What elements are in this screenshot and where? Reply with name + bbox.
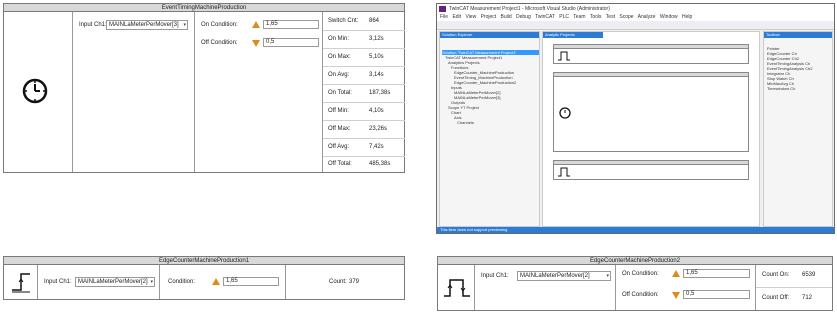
- panel-title: EventTimingMachineProduction: [4, 4, 404, 12]
- count-cell: Count: 379: [286, 265, 404, 299]
- stat-row: Switch Cnt: 864: [328, 18, 380, 24]
- editor-tab[interactable]: Analytic Projects: [543, 32, 603, 38]
- input-label: Input Ch1:: [79, 22, 107, 28]
- stat-row: Count On: 6539: [756, 265, 832, 287]
- on-condition-input[interactable]: 1,65: [683, 269, 750, 278]
- stopwatch-icon: [22, 78, 48, 104]
- input-select[interactable]: MAINLaMeterPerMover[3] ▾: [106, 20, 188, 30]
- stat-row: On Avg: 3,14s: [328, 72, 384, 78]
- window-title: TwinCAT Measurement Project1 - Microsoft…: [437, 4, 834, 14]
- editor-area: Analytic Projects: [542, 31, 760, 227]
- off-condition-label: Off Condition:: [201, 40, 238, 46]
- visual-studio-logo-icon: [439, 6, 446, 12]
- toolbox-item[interactable]: Timewindow Ch: [767, 86, 833, 91]
- count-cell: Count On: 6539 Count Off: 712: [756, 265, 832, 310]
- count-value: 379: [349, 279, 360, 285]
- timing-icon-cell: [4, 12, 73, 172]
- toolbox-list[interactable]: Pointer EdgeCounter Ch EdgeCounter Ch2 E…: [767, 46, 833, 91]
- solution-explorer: Solution Explorer Solution 'TwinCAT Meas…: [439, 31, 540, 227]
- count-on-label: Count On:: [762, 272, 790, 278]
- stat-row: On Total: 187,38s: [328, 90, 391, 96]
- stat-row: Off Avg: 7,42s: [328, 144, 384, 150]
- stats-cell: Switch Cnt: 864 On Min: 3,12s On Max: 5,10s…: [323, 12, 405, 172]
- stat-row: On Max: 5,10s: [328, 54, 384, 60]
- edge-counter-panel-2: EdgeCounterMachineProduction2 Input Ch1:…: [437, 256, 833, 311]
- stat-row: Off Min: 4,10s: [328, 108, 384, 114]
- on-condition-label: On Condition:: [622, 271, 659, 277]
- on-condition-input[interactable]: 1,65: [263, 20, 319, 29]
- conditions-cell: On Condition: 1,65 Off Condition: 0,5: [195, 12, 323, 172]
- rising-edge-signal-icon: [12, 273, 30, 293]
- solution-explorer-header: Solution Explorer: [440, 32, 539, 38]
- toolbox-header: Toolbox: [764, 32, 832, 38]
- rising-edge-icon: [252, 21, 260, 28]
- off-condition-label: Off Condition:: [622, 292, 659, 298]
- input-cell: Input Ch1: MAINLaMeterPerMover[3] ▾: [73, 12, 195, 172]
- toolbox-panel: Toolbox Pointer EdgeCounter Ch EdgeCount…: [763, 31, 833, 227]
- mini-edge-panel: [553, 44, 749, 64]
- rising-edge-icon: [672, 270, 680, 277]
- edge-icon-cell: [4, 265, 38, 299]
- panel-title: EdgeCounterMachineProduction2: [438, 257, 832, 265]
- chevron-down-icon: ▾: [183, 22, 186, 28]
- conditions-cell: On Condition: 1,65 Off Condition: 0,5: [616, 265, 756, 310]
- input-select[interactable]: MAINLaMeterPerMover[2] ▾: [75, 277, 155, 287]
- pulse-signal-icon: [558, 51, 570, 61]
- mini-edge-panel-2: [553, 160, 749, 180]
- input-label: Input Ch1:: [44, 279, 72, 285]
- toolbar[interactable]: [437, 21, 834, 30]
- tree-item[interactable]: Channels: [442, 120, 539, 125]
- edge-counter-panel-1: EdgeCounterMachineProduction1 Input Ch1:…: [3, 256, 405, 300]
- condition-cell: Condition: 1,65: [160, 265, 286, 299]
- condition-label: Condition:: [168, 279, 196, 285]
- input-select[interactable]: MAINLaMeterPerMover[2] ▾: [517, 271, 611, 281]
- menu-bar[interactable]: File Edit View Project Build Debug TwinC…: [437, 14, 834, 21]
- stat-row: Off Max: 23,26s: [328, 126, 388, 132]
- off-condition-input[interactable]: 0,5: [683, 290, 750, 299]
- count-label: Count:: [329, 279, 347, 285]
- status-bar: This item does not support previewing: [437, 227, 834, 233]
- condition-input[interactable]: 1,65: [223, 277, 279, 286]
- input-label: Input Ch1:: [481, 273, 509, 279]
- input-cell: Input Ch1: MAINLaMeterPerMover[2] ▾: [38, 265, 160, 299]
- count-on-value: 6539: [802, 272, 816, 278]
- event-timing-panel: EventTimingMachineProduction Input Ch1: …: [3, 3, 405, 173]
- count-off-value: 712: [802, 295, 813, 301]
- input-cell: Input Ch1: MAINLaMeterPerMover[2] ▾: [475, 265, 616, 310]
- pulse-signal-icon: [444, 279, 470, 297]
- chevron-down-icon: ▾: [606, 273, 609, 279]
- solution-tree[interactable]: Solution 'TwinCAT Measurement Project1' …: [442, 50, 539, 125]
- panel-title: EdgeCounterMachineProduction1: [4, 257, 404, 265]
- pulse-signal-icon: [558, 167, 570, 177]
- stopwatch-icon: [559, 107, 571, 119]
- rising-edge-icon: [212, 278, 220, 285]
- stat-row: Off Total: 485,38s: [328, 161, 391, 167]
- edge-icon-cell: [438, 265, 475, 310]
- on-condition-label: On Condition:: [201, 22, 238, 28]
- mini-timing-panel: [553, 72, 749, 152]
- stat-row: On Min: 3,12s: [328, 36, 384, 42]
- chevron-down-icon: ▾: [150, 279, 153, 285]
- off-condition-input[interactable]: 0,5: [263, 38, 319, 47]
- stat-row: Count Off: 712: [756, 287, 832, 310]
- falling-edge-icon: [252, 40, 260, 47]
- count-off-label: Count Off:: [762, 295, 790, 301]
- ide-window: TwinCAT Measurement Project1 - Microsoft…: [436, 3, 835, 234]
- falling-edge-icon: [672, 292, 680, 299]
